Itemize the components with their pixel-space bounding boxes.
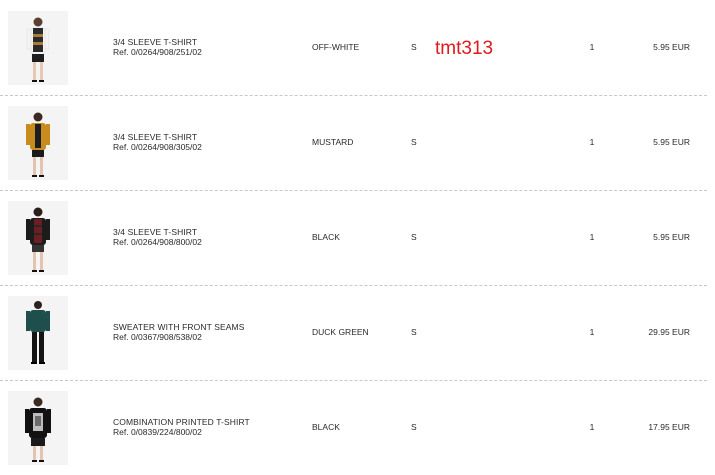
product-color: BLACK [312, 422, 340, 432]
product-color: OFF-WHITE [312, 42, 360, 52]
product-ref: Ref. 0/0264/908/800/02 [113, 237, 202, 247]
product-quantity[interactable]: 1 [587, 422, 597, 432]
cart-row: 3/4 SLEEVE T-SHIRT Ref. 0/0264/908/305/0… [0, 95, 707, 191]
product-quantity[interactable]: 1 [587, 137, 597, 147]
product-quantity[interactable]: 1 [587, 42, 597, 52]
product-quantity[interactable]: 1 [587, 232, 597, 242]
product-ref: Ref. 0/0839/224/800/02 [113, 427, 202, 437]
product-size: S [411, 327, 417, 337]
product-name[interactable]: 3/4 SLEEVE T-SHIRT [113, 227, 197, 237]
product-ref: Ref. 0/0264/908/251/02 [113, 47, 202, 57]
watermark-text: tmt313 [435, 38, 494, 59]
cart-row: 3/4 SLEEVE T-SHIRT Ref. 0/0264/908/800/0… [0, 190, 707, 286]
product-name[interactable]: COMBINATION PRINTED T-SHIRT [113, 417, 250, 427]
product-ref: Ref. 0/0367/908/538/02 [113, 332, 202, 342]
product-thumbnail[interactable] [8, 391, 68, 465]
product-thumbnail[interactable] [8, 296, 68, 370]
cart-row: SWEATER WITH FRONT SEAMS Ref. 0/0367/908… [0, 285, 707, 381]
product-price: 5.95 EUR [653, 42, 690, 52]
product-size: S [411, 422, 417, 432]
product-size: S [411, 137, 417, 147]
product-thumbnail[interactable] [8, 201, 68, 275]
cart-row: COMBINATION PRINTED T-SHIRT Ref. 0/0839/… [0, 380, 707, 475]
product-price: 5.95 EUR [653, 232, 690, 242]
product-size: S [411, 232, 417, 242]
product-color: MUSTARD [312, 137, 354, 147]
product-name[interactable]: SWEATER WITH FRONT SEAMS [113, 322, 244, 332]
product-color: BLACK [312, 232, 340, 242]
product-size: S [411, 42, 417, 52]
product-name[interactable]: 3/4 SLEEVE T-SHIRT [113, 132, 197, 142]
product-thumbnail[interactable] [8, 106, 68, 180]
product-price: 29.95 EUR [648, 327, 690, 337]
cart-row: 3/4 SLEEVE T-SHIRT Ref. 0/0264/908/251/0… [0, 0, 707, 96]
product-color: DUCK GREEN [312, 327, 369, 337]
product-thumbnail[interactable] [8, 11, 68, 85]
product-name[interactable]: 3/4 SLEEVE T-SHIRT [113, 37, 197, 47]
product-ref: Ref. 0/0264/908/305/02 [113, 142, 202, 152]
product-price: 17.95 EUR [648, 422, 690, 432]
product-price: 5.95 EUR [653, 137, 690, 147]
product-quantity[interactable]: 1 [587, 327, 597, 337]
cart-items-list: 3/4 SLEEVE T-SHIRT Ref. 0/0264/908/251/0… [0, 0, 715, 472]
